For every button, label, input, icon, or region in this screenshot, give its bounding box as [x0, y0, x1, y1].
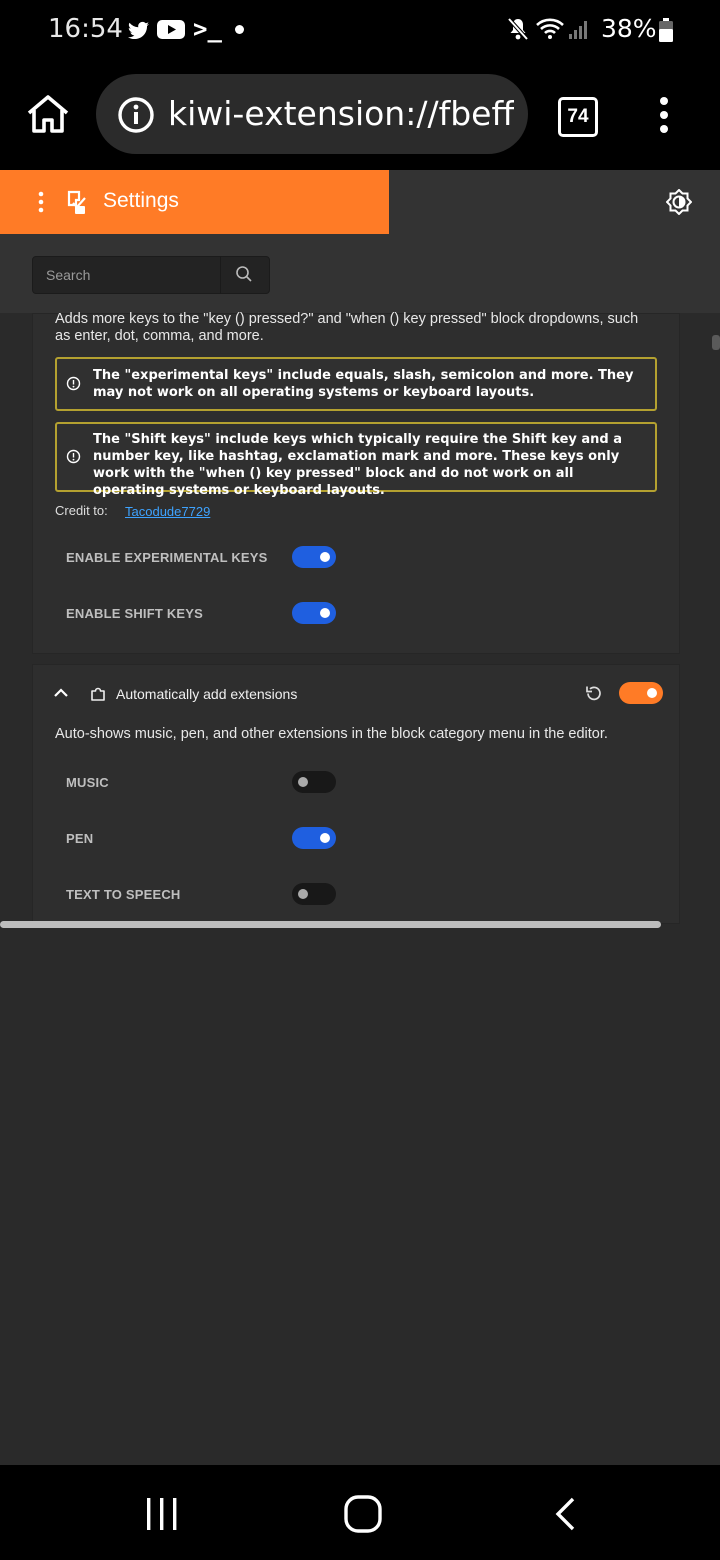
url-text[interactable]: kiwi-extension://fbeffbjdlemaoicjdapfpik…: [168, 94, 514, 133]
youtube-icon: [157, 20, 185, 39]
option-label: ENABLE EXPERIMENTAL KEYS: [66, 550, 268, 565]
toggle-knob: [298, 777, 308, 787]
horizontal-scrollbar[interactable]: [0, 921, 661, 928]
addon-card-auto-extensions: [32, 664, 680, 924]
toggle-shift-keys[interactable]: [292, 602, 336, 624]
addon-title: Automatically add extensions: [116, 686, 298, 702]
search-icon[interactable]: [235, 265, 253, 283]
info-circle-icon: [66, 376, 81, 391]
toggle-knob: [320, 552, 330, 562]
addon-description: Auto-shows music, pen, and other extensi…: [55, 726, 608, 742]
toggle-pen[interactable]: [292, 827, 336, 849]
info-circle-icon: [66, 449, 81, 464]
toggle-text-to-speech[interactable]: [292, 883, 336, 905]
tab-switcher-button[interactable]: 74: [558, 97, 598, 137]
option-label: PEN: [66, 831, 94, 846]
battery-percent: 38%: [601, 14, 657, 43]
search-input[interactable]: [44, 262, 216, 288]
settings-title-bar: [0, 170, 389, 234]
puzzle-icon: [91, 687, 105, 701]
home-nav-icon[interactable]: [344, 1495, 382, 1533]
option-label: TEXT TO SPEECH: [66, 887, 181, 902]
home-icon[interactable]: [26, 94, 70, 134]
option-label: MUSIC: [66, 775, 109, 790]
battery-icon: [659, 18, 673, 42]
notification-dot-icon: [235, 25, 244, 34]
twitter-icon: [128, 21, 149, 40]
credit-link[interactable]: Tacodude7729: [125, 504, 210, 519]
terminal-icon: >_: [193, 15, 222, 43]
credit-link-wrap: Tacodude7729: [125, 503, 210, 521]
reset-icon[interactable]: [584, 684, 603, 703]
credit-label: Credit to:: [55, 503, 108, 518]
addon-logo-icon: [67, 190, 86, 214]
addon-description: Adds more keys to the "key () pressed?" …: [55, 311, 639, 344]
toggle-knob: [320, 833, 330, 843]
menu-dots-icon[interactable]: [36, 191, 46, 215]
addon-enable-toggle[interactable]: [619, 682, 663, 704]
chevron-up-icon[interactable]: [53, 686, 69, 698]
back-icon[interactable]: [553, 1497, 577, 1531]
toggle-experimental-keys[interactable]: [292, 546, 336, 568]
mute-icon: [507, 17, 529, 41]
more-vert-icon[interactable]: [656, 96, 672, 134]
notice-shift-text: The "Shift keys" include keys which typi…: [93, 432, 623, 498]
signal-icon: [569, 21, 587, 39]
vertical-scrollbar[interactable]: [712, 335, 720, 350]
recent-apps-icon[interactable]: [145, 1497, 179, 1531]
status-time: 16:54: [48, 14, 123, 44]
theme-toggle-icon[interactable]: [666, 189, 692, 215]
toggle-music[interactable]: [292, 771, 336, 793]
wifi-icon: [536, 18, 564, 39]
toggle-knob: [320, 608, 330, 618]
settings-title: Settings: [103, 189, 179, 212]
toggle-knob: [298, 889, 308, 899]
notice-experimental-text: The "experimental keys" include equals, …: [93, 368, 634, 400]
toggle-knob: [647, 688, 657, 698]
search-divider: [220, 256, 221, 294]
option-label: ENABLE SHIFT KEYS: [66, 606, 204, 621]
info-icon[interactable]: [117, 96, 155, 134]
